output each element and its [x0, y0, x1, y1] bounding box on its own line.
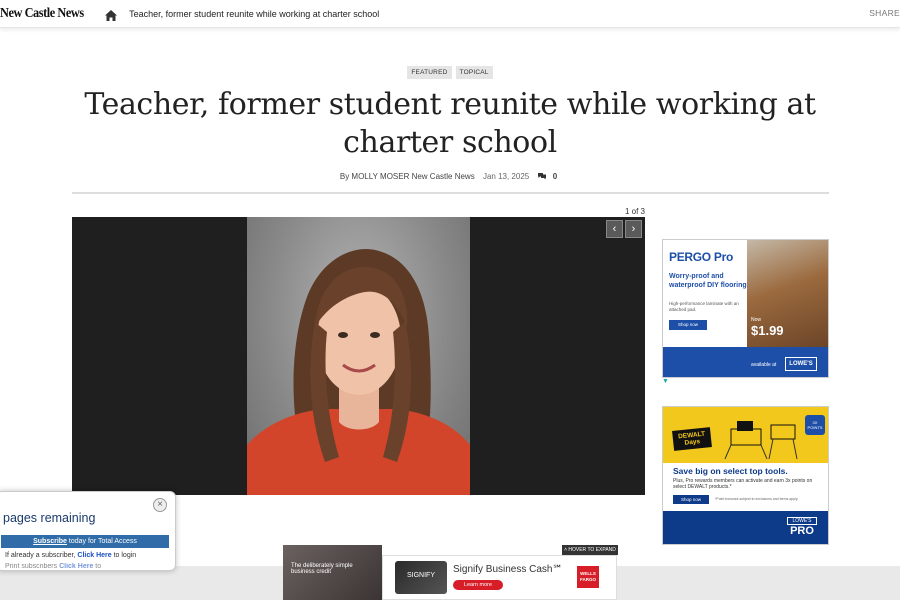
share-button[interactable]: SHARE	[869, 8, 900, 18]
pages-remaining-text: pages remaining	[3, 511, 96, 525]
site-logo[interactable]: New Castle News	[0, 6, 84, 22]
subscribe-text: today for Total Access	[68, 538, 137, 545]
login-line: If already a subscriber, Click Here to l…	[5, 552, 136, 559]
home-icon[interactable]	[105, 8, 119, 21]
teacher-portrait	[247, 217, 470, 495]
dewalt-subtext: Plus, Pro rewards members can activate a…	[673, 478, 813, 490]
hover-to-expand-label[interactable]: ˄ HOVER TO EXPAND	[562, 545, 618, 555]
pergo-available-text: available at	[751, 362, 777, 368]
login-suffix: to login	[113, 552, 137, 559]
top-bar-article-title: Teacher, former student reunite while wo…	[129, 8, 380, 19]
photo-gallery[interactable]: ‹ ›	[72, 217, 645, 495]
comments-icon	[538, 173, 547, 180]
lowes-logo: LOWE'S	[785, 357, 817, 371]
print-link[interactable]: Click Here	[59, 563, 93, 570]
signify-card-image: SIGNIFY	[395, 561, 447, 594]
chevron-up-icon: ˄	[564, 547, 567, 553]
wells-fargo-logo: WELLS FARGO	[577, 566, 599, 588]
adchoices-icon[interactable]: ▼	[662, 378, 669, 385]
subscribe-link[interactable]: Subscribe	[33, 538, 67, 545]
lowes-pro-logo: LOWE'S PRO	[787, 517, 817, 537]
gallery-next-button[interactable]: ›	[625, 220, 642, 238]
ad-dewalt[interactable]: DEWALT Days 3X POINTS Save big on select…	[662, 406, 829, 545]
subscribe-bar[interactable]: Subscribe today for Total Access	[1, 535, 169, 548]
dewalt-fineprint: *Point bonuses subject to exclusions and…	[715, 497, 799, 501]
pergo-brand: PERGO Pro	[669, 250, 733, 264]
dewalt-headline: Save big on select top tools.	[673, 466, 788, 476]
signify-card-text: SIGNIFY	[406, 572, 435, 579]
lowes-pro-sub: PRO	[790, 525, 814, 537]
print-subscriber-line: Print subscribers Click Here to	[5, 563, 101, 570]
top-nav-bar: New Castle News Teacher, former student …	[0, 0, 900, 28]
login-prefix: If already a subscriber,	[5, 552, 76, 559]
article-headline: Teacher, former student reunite while wo…	[84, 87, 816, 160]
article-tags: FEATURED TOPICAL	[0, 66, 900, 79]
expand-text: HOVER TO EXPAND	[568, 547, 616, 553]
gallery-prev-button[interactable]: ‹	[606, 220, 623, 238]
header-divider	[72, 192, 829, 194]
pergo-shop-button[interactable]: Shop now	[669, 320, 707, 330]
wf-learn-more-button[interactable]: Learn more	[453, 580, 503, 590]
publish-date: Jan 13, 2025	[482, 172, 530, 181]
login-link[interactable]: Click Here	[77, 552, 111, 559]
tag-topical[interactable]: TOPICAL	[455, 66, 493, 79]
wf-left-text: The deliberately simple business credit	[291, 563, 353, 575]
pergo-subtext: High-performance laminate with an attach…	[669, 301, 739, 312]
dewalt-badge: 3X POINTS	[805, 415, 825, 435]
pergo-price: $1.99	[751, 323, 784, 338]
print-suffix: to	[95, 563, 102, 570]
dewalt-tools-image	[723, 415, 803, 460]
comments-count: 0	[552, 172, 558, 181]
gallery-counter: 1 of 3	[624, 207, 645, 216]
wf-right-panel: SIGNIFY Signify Business Cash℠ Learn mor…	[382, 555, 617, 600]
print-prefix: Print subscribers	[5, 563, 58, 570]
dewalt-shop-button[interactable]: Shop now	[673, 495, 709, 504]
close-icon[interactable]: ×	[153, 498, 167, 512]
article-byline: By MOLLY MOSER New Castle News Jan 13, 2…	[0, 172, 900, 181]
wf-title: Signify Business Cash℠	[453, 564, 563, 575]
lowes-pro-store: LOWE'S	[787, 517, 817, 525]
comments-link[interactable]: 0	[537, 172, 560, 181]
dewalt-logo: DEWALT Days	[672, 427, 712, 451]
pergo-headline: Worry-proof and waterproof DIY flooring	[669, 273, 747, 289]
wf-left-panel: The deliberately simple business credit	[283, 545, 382, 600]
ad-pergo[interactable]: PERGO Pro Worry-proof and waterproof DIY…	[662, 239, 829, 378]
paywall-modal: × pages remaining Subscribe today for To…	[0, 491, 176, 571]
tag-featured[interactable]: FEATURED	[407, 66, 452, 79]
author-name[interactable]: By MOLLY MOSER New Castle News	[340, 172, 475, 181]
